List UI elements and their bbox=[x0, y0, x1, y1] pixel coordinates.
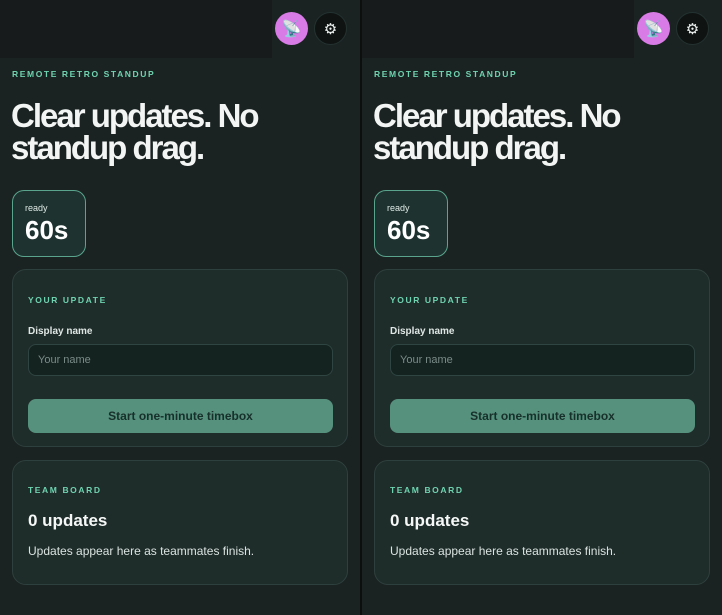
gear-icon[interactable]: ⚙ bbox=[314, 12, 347, 45]
team-board-card: TEAM BOARD 0 updates Updates appear here… bbox=[374, 460, 710, 585]
hero-title: Clear updates. No standup drag. bbox=[373, 97, 622, 166]
team-board-card: TEAM BOARD 0 updates Updates appear here… bbox=[12, 460, 348, 585]
app-eyebrow: REMOTE RETRO STANDUP bbox=[374, 69, 518, 79]
satellite-dish-icon[interactable]: 📡 bbox=[275, 12, 308, 45]
split-view: 📡 ⚙ REMOTE RETRO STANDUP Clear updates. … bbox=[0, 0, 722, 615]
timer-status: ready bbox=[25, 203, 48, 213]
display-name-label: Display name bbox=[390, 326, 455, 337]
team-board-heading: TEAM BOARD bbox=[390, 485, 464, 495]
empty-state-note: Updates appear here as teammates finish. bbox=[28, 544, 255, 558]
display-name-input[interactable] bbox=[390, 344, 695, 376]
your-update-card: YOUR UPDATE Display name Start one-minut… bbox=[12, 269, 348, 447]
gear-icon[interactable]: ⚙ bbox=[676, 12, 709, 45]
left-pane: 📡 ⚙ REMOTE RETRO STANDUP Clear updates. … bbox=[0, 0, 360, 615]
hero-title: Clear updates. No standup drag. bbox=[11, 97, 260, 166]
satellite-dish-icon[interactable]: 📡 bbox=[637, 12, 670, 45]
timer-badge: ready 60s bbox=[12, 190, 86, 257]
your-update-card: YOUR UPDATE Display name Start one-minut… bbox=[374, 269, 710, 447]
timer-badge: ready 60s bbox=[374, 190, 448, 257]
display-name-label: Display name bbox=[28, 326, 93, 337]
timer-value: 60s bbox=[387, 215, 431, 245]
timer-value: 60s bbox=[25, 215, 69, 245]
start-timebox-button[interactable]: Start one-minute timebox bbox=[390, 399, 695, 433]
right-pane: 📡 ⚙ REMOTE RETRO STANDUP Clear updates. … bbox=[362, 0, 722, 615]
updates-count: 0 updates bbox=[390, 511, 470, 530]
empty-state-note: Updates appear here as teammates finish. bbox=[390, 544, 617, 558]
your-update-heading: YOUR UPDATE bbox=[28, 295, 107, 305]
app-eyebrow: REMOTE RETRO STANDUP bbox=[12, 69, 156, 79]
updates-count: 0 updates bbox=[28, 511, 108, 530]
display-name-input[interactable] bbox=[28, 344, 333, 376]
timer-status: ready bbox=[387, 203, 410, 213]
your-update-heading: YOUR UPDATE bbox=[390, 295, 469, 305]
team-board-heading: TEAM BOARD bbox=[28, 485, 102, 495]
start-timebox-button[interactable]: Start one-minute timebox bbox=[28, 399, 333, 433]
